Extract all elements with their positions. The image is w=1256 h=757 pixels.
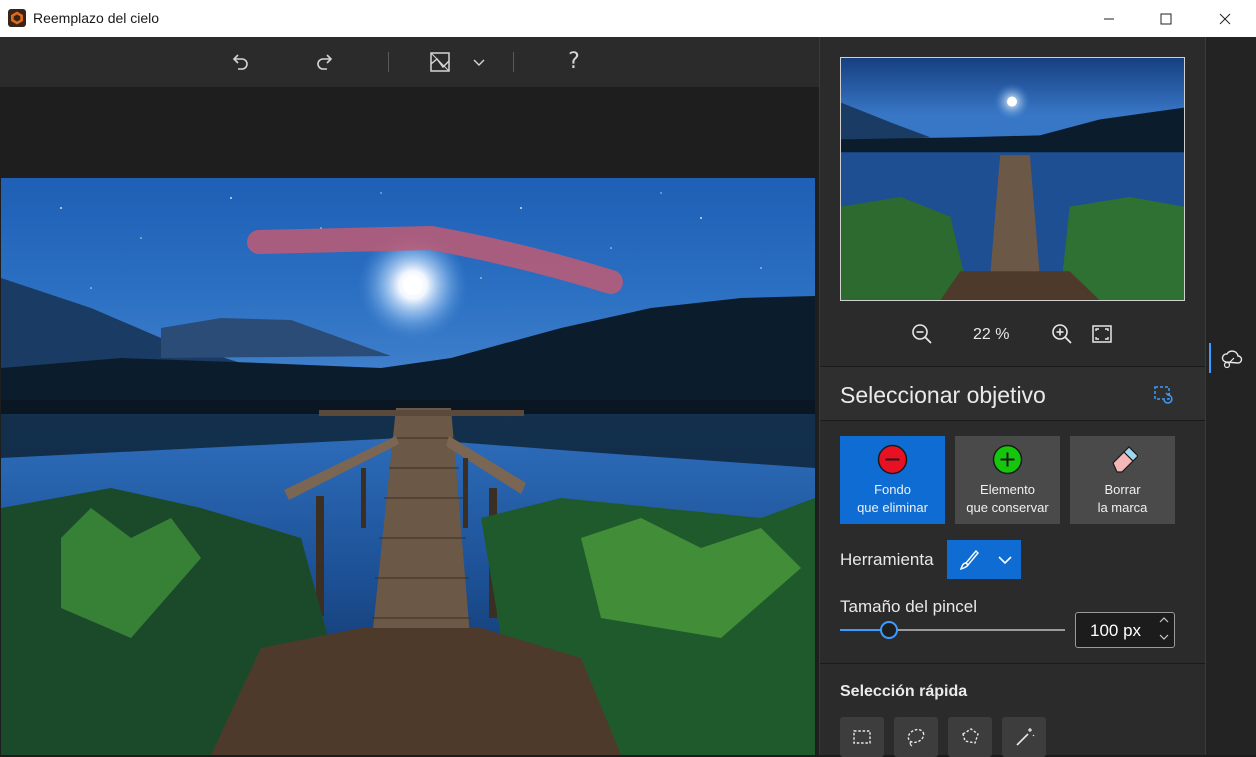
navigator-preview[interactable] xyxy=(840,57,1185,301)
keep-element-button[interactable]: Elemento que conservar xyxy=(955,436,1060,524)
minimize-icon xyxy=(1104,18,1114,19)
view-mode-button[interactable] xyxy=(427,49,453,75)
erase-mark-button[interactable]: Borrar la marca xyxy=(1070,436,1175,524)
title-bar: Reemplazo del cielo xyxy=(0,0,1256,37)
magic-wand-button[interactable] xyxy=(1002,717,1046,757)
minimize-button[interactable] xyxy=(1081,0,1137,37)
select-target-title: Seleccionar objetivo xyxy=(840,382,1046,408)
section-separator xyxy=(820,420,1205,421)
maximize-icon xyxy=(1160,13,1172,24)
lasso-icon xyxy=(907,728,925,747)
spin-up-icon[interactable] xyxy=(1158,614,1170,626)
fit-to-screen-icon[interactable] xyxy=(1090,322,1114,346)
tool-selector-button[interactable] xyxy=(947,540,1021,579)
image-view-icon xyxy=(430,52,450,72)
brush-size-label: Tamaño del pincel xyxy=(840,597,978,616)
eraser-icon xyxy=(1112,446,1138,473)
view-mode-dropdown[interactable] xyxy=(466,49,492,75)
side-active-indicator xyxy=(1209,343,1211,373)
window-title: Reemplazo del cielo xyxy=(33,10,160,26)
zoom-in-icon[interactable] xyxy=(1050,322,1074,346)
zoom-out-icon[interactable] xyxy=(910,322,934,346)
main-photo-canvas[interactable] xyxy=(1,178,815,755)
brush-size-value: 100 px xyxy=(1090,621,1142,640)
selection-reset-icon[interactable] xyxy=(1152,383,1174,405)
help-button[interactable]: ? xyxy=(561,48,587,74)
app-logo-icon xyxy=(8,9,26,27)
mode-label: Borrar la marca xyxy=(1097,482,1148,515)
background-remove-button[interactable]: Fondo que eliminar xyxy=(840,436,945,524)
polygon-lasso-button[interactable] xyxy=(948,717,992,757)
zoom-level: 22 % xyxy=(973,326,1010,343)
maximize-button[interactable] xyxy=(1138,0,1194,37)
lasso-select-button[interactable] xyxy=(894,717,938,757)
spin-down-icon[interactable] xyxy=(1158,631,1170,643)
close-icon xyxy=(1219,13,1231,24)
mode-label: Elemento que conservar xyxy=(966,482,1049,515)
rectangle-select-button[interactable] xyxy=(840,717,884,757)
minus-circle-icon xyxy=(877,444,908,475)
section-separator xyxy=(820,663,1205,664)
sky-replace-icon[interactable] xyxy=(1220,346,1244,370)
quick-selection-title: Selección rápida xyxy=(840,683,968,700)
undo-button[interactable] xyxy=(227,49,253,75)
redo-icon xyxy=(317,54,333,70)
editor-toolbar xyxy=(0,37,819,87)
toolbar-separator xyxy=(388,52,389,72)
toolbar-separator xyxy=(513,52,514,72)
chevron-down-icon xyxy=(998,556,1012,565)
plus-circle-icon xyxy=(992,444,1023,475)
polygon-lasso-icon xyxy=(962,728,979,744)
undo-icon xyxy=(232,54,248,70)
close-button[interactable] xyxy=(1197,0,1253,37)
brush-icon xyxy=(959,549,979,571)
mode-label: Fondo que eliminar xyxy=(857,482,928,515)
redo-button[interactable] xyxy=(312,49,338,75)
magic-wand-icon xyxy=(1016,728,1035,746)
side-tool-strip xyxy=(1205,37,1256,755)
brush-size-slider-thumb[interactable] xyxy=(880,621,898,639)
rectangle-select-icon xyxy=(853,730,871,744)
tool-label: Herramienta xyxy=(840,550,934,569)
chevron-down-icon xyxy=(473,59,485,66)
